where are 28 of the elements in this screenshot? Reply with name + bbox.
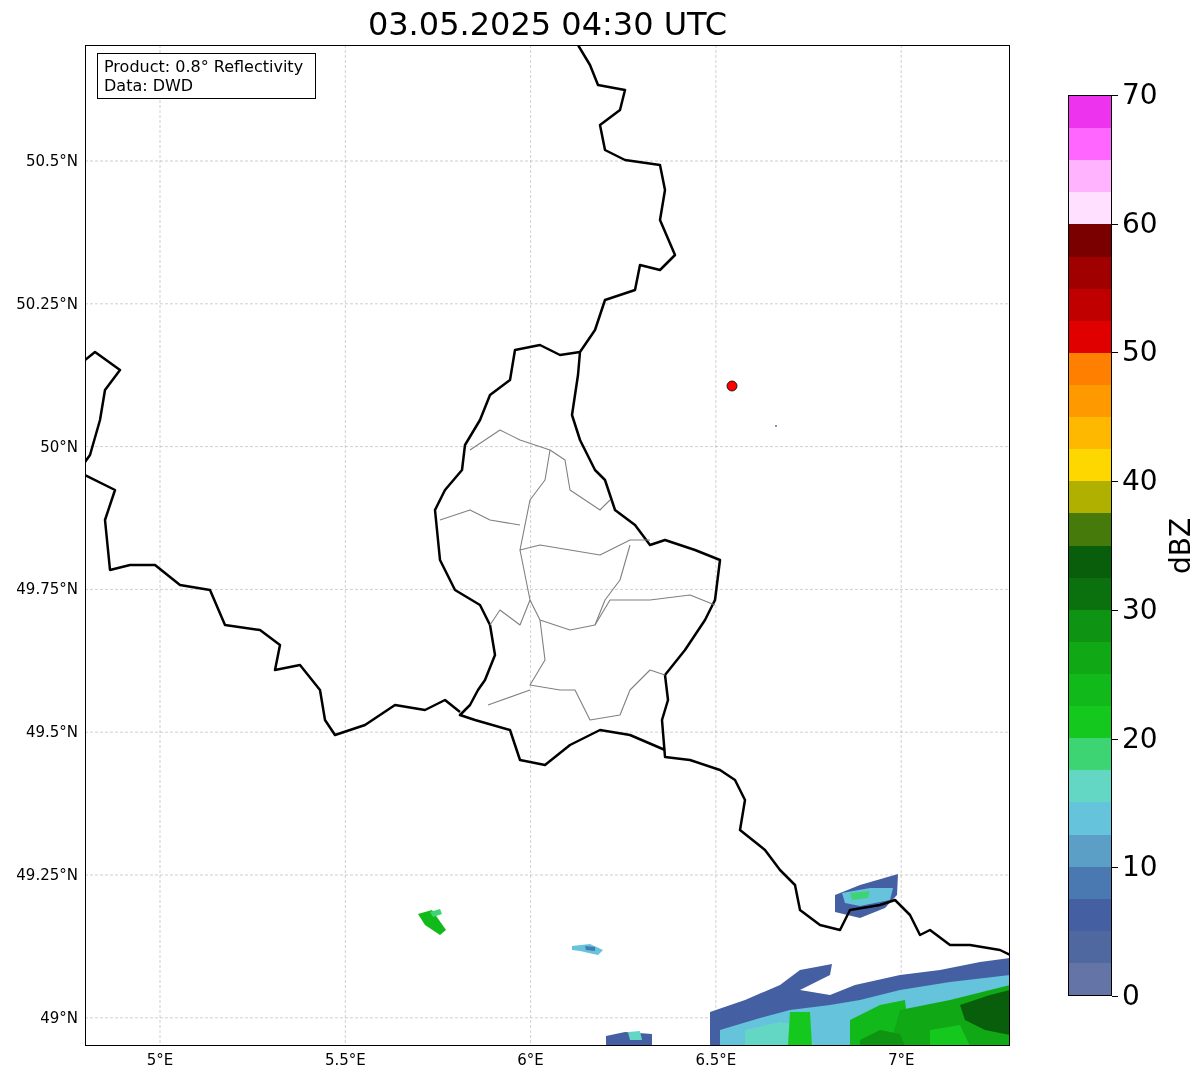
- radar-echo: [835, 874, 898, 918]
- latitude-label: 49°N: [39, 1008, 78, 1027]
- latitude-label: 49.75°N: [15, 580, 78, 599]
- chart-title: 03.05.2025 04:30 UTC: [366, 4, 729, 44]
- radar-echo: [418, 909, 446, 935]
- longitude-label: 5.5°E: [323, 1051, 367, 1069]
- latitude-label: 50°N: [39, 437, 78, 456]
- colorbar-tick-label: 20: [1122, 722, 1158, 755]
- info-text: Data: DWD: [104, 76, 195, 95]
- colorbar-label: dBZ: [1164, 516, 1198, 577]
- longitude-label: 6°E: [516, 1051, 545, 1069]
- colorbar-tick-label: 30: [1122, 593, 1158, 626]
- colorbar-tick-label: 10: [1122, 851, 1158, 884]
- info-text: Product: 0.8° Reflectivity: [104, 57, 305, 76]
- latitude-label: 49.25°N: [15, 866, 78, 884]
- colorbar-tick-label: 0: [1122, 980, 1140, 1012]
- colorbar-tick-label: 60: [1122, 207, 1158, 240]
- latitude-label: 49.5°N: [24, 723, 78, 742]
- colorbar-tick-label: 40: [1122, 465, 1158, 498]
- latitude-label: 50.5°N: [24, 152, 78, 170]
- longitude-label: 6.5°E: [694, 1051, 738, 1069]
- longitude-label: 5°E: [145, 1051, 175, 1069]
- radar-echo: [606, 1031, 652, 1046]
- longitude-label: 7°E: [886, 1051, 916, 1069]
- latitude-label: 50.25°N: [15, 294, 78, 313]
- colorbar-tick-label: 50: [1122, 336, 1158, 369]
- radar-echo: [572, 944, 603, 955]
- colorbar-tick-label: 70: [1122, 79, 1158, 111]
